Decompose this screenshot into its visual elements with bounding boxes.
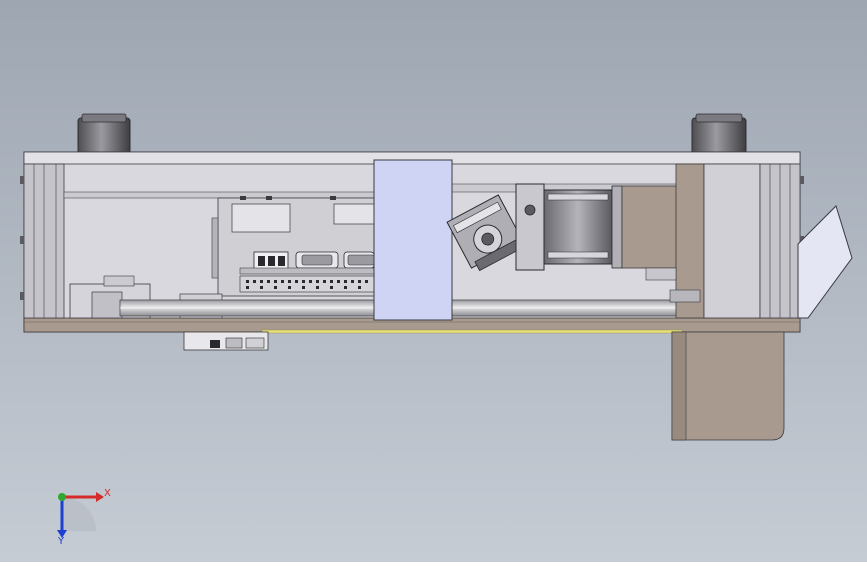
left-mount-cylinder	[77, 113, 131, 155]
upper-rail	[63, 191, 375, 199]
left-end-frame	[20, 163, 65, 319]
cad-viewport[interactable]: X Y	[0, 0, 867, 562]
x-axis-label: X	[104, 488, 111, 499]
indicator-strip	[261, 329, 683, 334]
y-axis-label: Y	[57, 536, 65, 547]
right-end-frame	[703, 163, 804, 319]
center-carriage-panel	[373, 159, 453, 321]
sensor-bracket	[183, 331, 269, 351]
cad-drawing: X Y	[0, 0, 867, 562]
controller-board	[211, 196, 375, 297]
z-axis-origin-icon	[58, 493, 66, 501]
right-mount-cylinder	[691, 113, 747, 155]
stepper-motor	[515, 183, 623, 271]
lower-right-housing	[671, 331, 785, 441]
